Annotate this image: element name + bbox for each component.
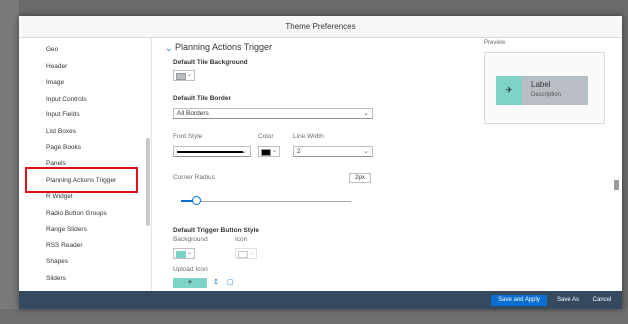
chevron-down-icon[interactable]: ⌄ (165, 43, 173, 54)
preview-label: Preview (484, 40, 506, 46)
preview-tile: ✈ Label Description (496, 76, 588, 105)
font-style-label: Font Style (173, 133, 203, 140)
chevron-down-icon: ⌄ (186, 72, 192, 78)
sidebar-item-rss-reader[interactable]: RSS Reader (46, 242, 83, 249)
pin-icon: ✈ (496, 76, 522, 105)
preview-tile-label: Label (531, 80, 551, 89)
corner-radius-slider-handle[interactable] (192, 196, 201, 205)
tile-border-label: Default Tile Border (173, 95, 232, 102)
color-chip (238, 251, 248, 258)
line-width-select[interactable]: 2 ⌄ (293, 146, 373, 157)
corner-radius-input[interactable]: 2px (349, 173, 371, 183)
trigger-background-picker[interactable]: ⌄ (173, 248, 195, 259)
dialog-titlebar: Theme Preferences (19, 16, 622, 38)
chevron-down-icon: ⌄ (271, 148, 277, 154)
icon-label: Icon (235, 236, 248, 243)
border-color-picker[interactable]: ⌄ (258, 146, 280, 157)
cancel-button[interactable]: Cancel (587, 295, 617, 306)
preview-tile-description: Description (531, 92, 562, 98)
sidebar-item-input-controls[interactable]: Input Controls (46, 96, 86, 103)
background-app-left (0, 0, 19, 324)
corner-radius-label: Corner Radius (173, 174, 215, 181)
border-select[interactable]: All Borders ⌄ (173, 108, 373, 119)
upload-icon[interactable]: ↥ (213, 278, 219, 286)
save-and-apply-button[interactable]: Save and Apply (491, 295, 547, 306)
sidebar-item-input-fields[interactable]: Input Fields (46, 111, 80, 118)
sidebar-item-range-sliders[interactable]: Range Sliders (46, 226, 87, 233)
chevron-down-icon: ⌄ (363, 110, 369, 117)
color-chip (176, 251, 186, 258)
background-label: Background (173, 236, 208, 243)
widget-type-list[interactable]: Geo Header Image Input Controls Input Fi… (19, 38, 152, 291)
chevron-down-icon: ⌄ (186, 250, 192, 256)
corner-radius-slider-track[interactable] (181, 201, 351, 202)
upload-icon-button[interactable]: ✈ (173, 278, 207, 288)
delete-icon[interactable]: ▢ (227, 278, 234, 286)
sidebar-item-image[interactable]: Image (46, 79, 64, 86)
dialog-footer: Save and Apply Save As Cancel (19, 291, 622, 309)
dialog-title: Theme Preferences (285, 22, 356, 31)
content-scrollbar[interactable] (614, 180, 619, 190)
line-width-label: Line Width (293, 133, 324, 140)
chevron-down-icon: ⌄ (248, 250, 254, 256)
trigger-style-label: Default Trigger Button Style (173, 227, 259, 234)
sidebar-item-shapes[interactable]: Shapes (46, 258, 68, 265)
trigger-icon-picker[interactable]: ⌄ (235, 248, 257, 259)
sidebar-item-geo[interactable]: Geo (46, 46, 58, 53)
sidebar-item-header[interactable]: Header (46, 63, 67, 70)
line-style-select[interactable]: ⌄ (173, 146, 251, 157)
selection-highlight-box (25, 167, 138, 193)
sidebar-item-r-widget[interactable]: R Widget (46, 193, 73, 200)
sidebar-item-page-books[interactable]: Page Books (46, 144, 81, 151)
sidebar-item-sliders[interactable]: Sliders (46, 275, 66, 282)
chevron-down-icon: ⌄ (363, 148, 369, 155)
background-app-bottom (0, 309, 628, 324)
line-style-sample (177, 151, 243, 153)
sidebar-item-radio-button-groups[interactable]: Radio Button Groups (46, 210, 107, 217)
save-as-button[interactable]: Save As (552, 295, 584, 306)
line-width-value: 2 (297, 148, 301, 155)
theme-preferences-dialog: Theme Preferences Geo Header Image Input… (19, 16, 622, 309)
color-chip (261, 149, 271, 156)
section-title[interactable]: Planning Actions Trigger (175, 42, 272, 52)
color-label: Color (258, 133, 274, 140)
preview-panel: ✈ Label Description (484, 52, 605, 124)
upload-icon-label: Upload Icon (173, 266, 208, 273)
chevron-down-icon: ⌄ (241, 148, 247, 155)
tile-background-color-picker[interactable]: ⌄ (173, 70, 195, 81)
tile-background-label: Default Tile Background (173, 59, 248, 66)
sidebar-item-panels[interactable]: Panels (46, 160, 66, 167)
color-chip (176, 73, 186, 80)
sidebar-item-list-boxes[interactable]: List Boxes (46, 128, 76, 135)
border-select-value: All Borders (177, 110, 209, 117)
sidebar-scrollbar[interactable] (146, 138, 150, 226)
